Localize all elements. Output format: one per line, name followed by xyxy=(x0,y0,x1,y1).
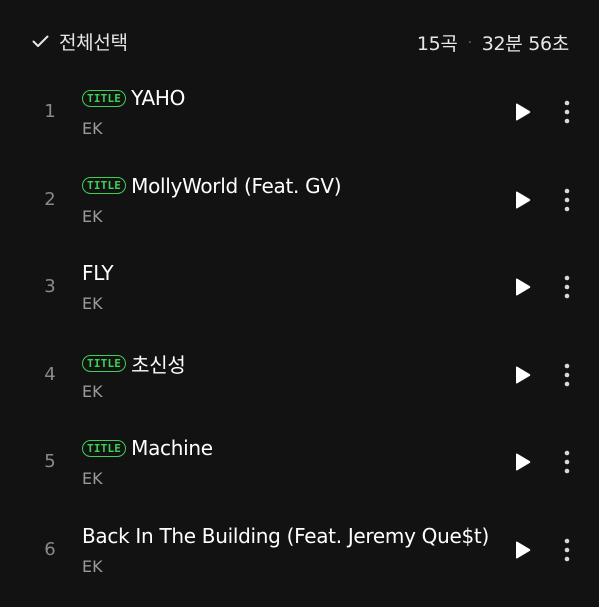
track-row[interactable]: 6 Back In The Building (Feat. Jeremy Que… xyxy=(0,506,599,594)
play-icon[interactable] xyxy=(511,101,533,123)
track-title: 초신성 xyxy=(131,352,186,377)
track-artist[interactable]: EK xyxy=(82,207,103,226)
play-icon[interactable] xyxy=(511,189,533,211)
track-rank: 1 xyxy=(44,101,56,122)
play-icon[interactable] xyxy=(511,276,533,298)
track-rank: 3 xyxy=(44,276,56,298)
track-rank: 4 xyxy=(44,363,56,385)
track-row[interactable]: 3 FLY EK xyxy=(0,243,599,331)
track-rank: 5 xyxy=(44,451,56,473)
title-badge: TITLE xyxy=(82,439,127,457)
select-all-label: 전체선택 xyxy=(59,32,128,54)
track-row[interactable]: 4 TITLE 초신성 EK xyxy=(0,331,599,419)
track-artist[interactable]: EK xyxy=(82,469,103,488)
track-title: Machine xyxy=(131,436,213,461)
summary-separator: · xyxy=(467,34,472,51)
total-duration: 32분 56초 xyxy=(481,33,570,55)
track-rank: 2 xyxy=(44,188,56,210)
more-options-icon[interactable] xyxy=(557,274,577,300)
track-artist[interactable]: EK xyxy=(82,119,103,138)
play-icon[interactable] xyxy=(511,539,533,561)
track-artist[interactable]: EK xyxy=(82,557,103,576)
track-artist[interactable]: EK xyxy=(82,294,103,313)
track-rank: 6 xyxy=(44,538,56,560)
track-row[interactable]: 5 TITLE Machine EK xyxy=(0,418,599,506)
song-count: 15곡 xyxy=(416,33,458,55)
track-artist[interactable]: EK xyxy=(82,382,103,401)
track-title: YAHO xyxy=(131,86,186,110)
more-options-icon[interactable] xyxy=(557,99,577,125)
title-badge: TITLE xyxy=(82,177,127,195)
track-title: Back In The Building (Feat. Jeremy Que$t… xyxy=(82,523,489,548)
more-options-icon[interactable] xyxy=(557,449,577,475)
title-badge: TITLE xyxy=(82,89,127,107)
track-list: 1 TITLE YAHO EK 2 TITLE MollyWorld (Feat… xyxy=(0,68,599,594)
track-row[interactable]: 2 TITLE MollyWorld (Feat. GV) EK xyxy=(0,156,599,244)
track-title: MollyWorld (Feat. GV) xyxy=(131,173,342,198)
more-options-icon[interactable] xyxy=(557,187,577,213)
select-all-button[interactable]: 전체선택 xyxy=(32,28,128,55)
checkmark-icon xyxy=(32,35,49,48)
play-icon[interactable] xyxy=(511,364,533,386)
more-options-icon[interactable] xyxy=(557,537,577,563)
album-summary: 15곡 · 32분 56초 xyxy=(417,29,569,56)
title-badge: TITLE xyxy=(82,354,127,372)
play-icon[interactable] xyxy=(511,451,533,473)
more-options-icon[interactable] xyxy=(557,362,577,388)
track-title: FLY xyxy=(82,261,114,286)
track-row[interactable]: 1 TITLE YAHO EK xyxy=(0,68,599,156)
